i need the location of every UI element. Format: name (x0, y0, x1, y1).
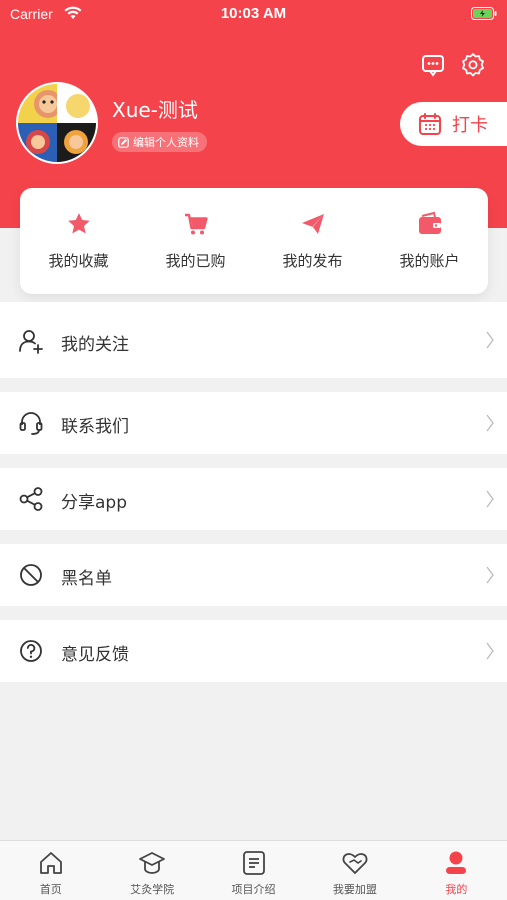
chevron-right-icon (486, 642, 494, 660)
checkin-label: 打卡 (452, 115, 488, 136)
tab-label: 首页 (39, 883, 62, 896)
share-icon (19, 487, 43, 511)
tab-label: 我要加盟 (332, 883, 377, 896)
menu-item-share-app[interactable]: 分享app (0, 468, 507, 530)
quick-action-label: 我的收藏 (48, 252, 109, 270)
send-icon (301, 214, 324, 234)
chevron-right-icon (486, 414, 494, 432)
quick-action-label: 我的发布 (282, 252, 343, 270)
menu-item-following[interactable]: 我的关注 (0, 302, 507, 378)
tab-mine[interactable]: 我的 (406, 841, 507, 900)
menu-item-label: 意见反馈 (61, 645, 129, 665)
quick-action-label: 我的账户 (399, 252, 460, 270)
handshake-icon (342, 853, 368, 874)
gear-icon[interactable] (460, 52, 486, 78)
menu-item-blacklist[interactable]: 黑名单 (0, 544, 507, 606)
cart-icon (184, 213, 208, 235)
quick-action-account[interactable]: 我的账户 (371, 188, 488, 294)
battery-icon (471, 7, 497, 20)
wallet-icon (418, 211, 441, 234)
menu-item-label: 我的关注 (61, 335, 129, 355)
edit-profile-button[interactable]: 编辑个人资料 (112, 132, 207, 152)
menu-item-label: 联系我们 (61, 417, 129, 437)
tab-home[interactable]: 首页 (0, 841, 101, 900)
calendar-icon (419, 113, 441, 135)
quick-action-label: 我的已购 (165, 252, 226, 270)
tab-label: 艾灸学院 (130, 883, 175, 896)
menu-item-contact-us[interactable]: 联系我们 (0, 392, 507, 454)
username: Xue-测试 (112, 98, 198, 122)
bottom-tab-bar: 首页 艾灸学院 项目介绍 我要加盟 我的 (0, 840, 507, 900)
avatar-image (18, 84, 96, 162)
star-icon (67, 213, 90, 234)
home-icon (39, 852, 62, 874)
avatar[interactable] (16, 82, 98, 164)
tab-label: 项目介绍 (231, 883, 276, 896)
quick-action-published[interactable]: 我的发布 (254, 188, 371, 294)
checkin-button[interactable]: 打卡 (400, 102, 507, 146)
profile-icon (446, 851, 467, 874)
chevron-right-icon (486, 566, 494, 584)
status-time: 10:03 AM (220, 5, 287, 22)
quick-action-favorites[interactable]: 我的收藏 (20, 188, 137, 294)
edit-profile-label: 编辑个人资料 (133, 136, 199, 149)
user-add-icon (19, 330, 43, 354)
quick-actions-card: 我的收藏 我的已购 我的发布 我的账户 (20, 188, 488, 294)
tab-label: 我的 (445, 883, 468, 896)
tab-academy[interactable]: 艾灸学院 (101, 841, 202, 900)
document-icon (242, 851, 265, 875)
menu-item-feedback[interactable]: 意见反馈 (0, 620, 507, 682)
tab-projects[interactable]: 项目介绍 (203, 841, 304, 900)
graduation-cap-icon (139, 852, 166, 874)
quick-action-purchased[interactable]: 我的已购 (137, 188, 254, 294)
menu-item-label: 分享app (61, 493, 127, 513)
tab-join[interactable]: 我要加盟 (304, 841, 405, 900)
chevron-right-icon (486, 490, 494, 508)
status-bar: Carrier 10:03 AM (0, 0, 507, 28)
message-icon[interactable] (420, 52, 446, 78)
headset-icon (19, 412, 43, 435)
menu-item-label: 黑名单 (61, 569, 112, 589)
edit-icon (118, 136, 129, 148)
block-icon (20, 564, 42, 586)
chevron-right-icon (486, 331, 494, 349)
question-icon (20, 640, 42, 662)
